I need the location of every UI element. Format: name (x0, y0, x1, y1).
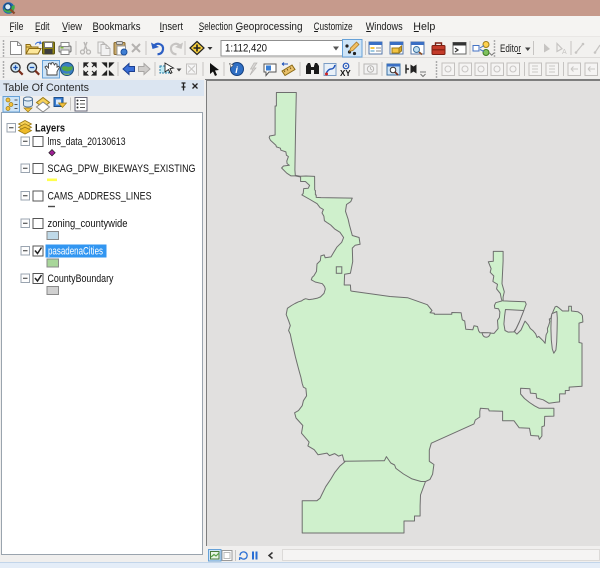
svg-text:Layers: Layers (35, 123, 65, 135)
svg-text:Table Of Contents: Table Of Contents (3, 82, 89, 94)
svg-text:zoning_countywide: zoning_countywide (48, 218, 128, 230)
svg-text:CAMS_ADDRESS_LINES: CAMS_ADDRESS_LINES (48, 191, 152, 203)
svg-text:1:112,420: 1:112,420 (225, 43, 267, 55)
svg-text:A: A (562, 49, 567, 56)
svg-text:SCAG_DPW_BIKEWAYS_EXISTING: SCAG_DPW_BIKEWAYS_EXISTING (48, 163, 196, 175)
svg-text:lms_data_20130613: lms_data_20130613 (48, 136, 126, 148)
svg-text:CountyBoundary: CountyBoundary (48, 273, 114, 285)
svg-text:pasadenaCities: pasadenaCities (48, 246, 103, 258)
svg-text:XY: XY (340, 69, 351, 78)
svg-text:i: i (235, 65, 238, 76)
